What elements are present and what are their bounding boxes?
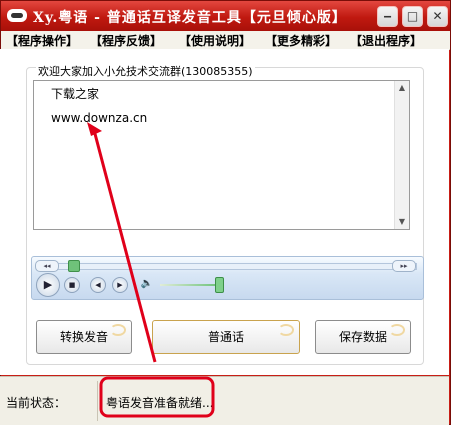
swirl-decoration-icon [389,324,405,336]
scroll-up-icon[interactable]: ▲ [395,81,409,95]
vertical-scrollbar[interactable]: ▲ ▼ [394,81,409,229]
next-button[interactable]: ▶ [112,277,128,293]
save-button-label: 保存数据 [338,330,387,344]
convert-button-label: 转换发音 [59,330,108,344]
close-button[interactable]: ✕ [427,6,448,27]
swirl-decoration-icon [278,324,294,336]
status-bar: 当前状态： 粤语发音准备就绪... [0,376,449,425]
text-line: www.downza.cn [51,111,148,125]
title-bar[interactable]: Xy.粤语 - 普通话互译发音工具【元旦倾心版】 ‒ □ ✕ [1,1,450,31]
maximize-button[interactable]: □ [402,6,423,27]
menu-more[interactable]: 【更多精彩】 [265,32,337,49]
forward-mini-icon[interactable]: ▸▸ [392,260,416,272]
speaker-icon[interactable]: 🔈 [140,277,154,291]
rewind-mini-icon[interactable]: ◂◂ [35,260,59,272]
menu-help[interactable]: 【使用说明】 [179,32,251,49]
volume-slider[interactable] [160,284,218,286]
seek-bar[interactable] [38,263,417,270]
menu-exit[interactable]: 【退出程序】 [350,32,422,49]
seek-handle[interactable] [68,260,81,272]
mandarin-button-label: 普通话 [207,330,244,344]
text-line: 下载之家 [51,87,100,101]
menu-program-ops[interactable]: 【程序操作】 [6,32,78,49]
status-label: 当前状态： [6,396,67,410]
previous-button[interactable]: ◀ [90,277,106,293]
window-title: Xy.粤语 - 普通话互译发音工具【元旦倾心版】 [33,10,347,26]
scroll-down-icon[interactable]: ▼ [395,215,409,229]
group-title: 欢迎大家加入小允技术交流群(130085355) [36,63,255,79]
swirl-decoration-icon [110,324,126,336]
save-data-button[interactable]: 保存数据 [315,320,411,354]
status-value: 粤语发音准备就绪... [106,396,214,410]
menu-bar: 【程序操作】 【程序反馈】 【使用说明】 【更多精彩】 【退出程序】 [1,31,450,50]
volume-knob[interactable] [215,277,224,293]
status-divider [97,381,98,421]
stop-button[interactable]: ■ [64,277,80,293]
media-player: ◂◂ ▸▸ ▶ ■ ◀ ▶ 🔈 [31,256,424,300]
play-button[interactable]: ▶ [36,273,60,297]
menu-feedback[interactable]: 【程序反馈】 [90,32,162,49]
text-input-area[interactable]: 下载之家 www.downza.cn ▲ ▼ [33,80,410,230]
app-icon[interactable] [7,9,27,22]
minimize-button[interactable]: ‒ [377,6,398,27]
convert-pronunciation-button[interactable]: 转换发音 [36,320,132,354]
mandarin-button[interactable]: 普通话 [152,320,300,354]
